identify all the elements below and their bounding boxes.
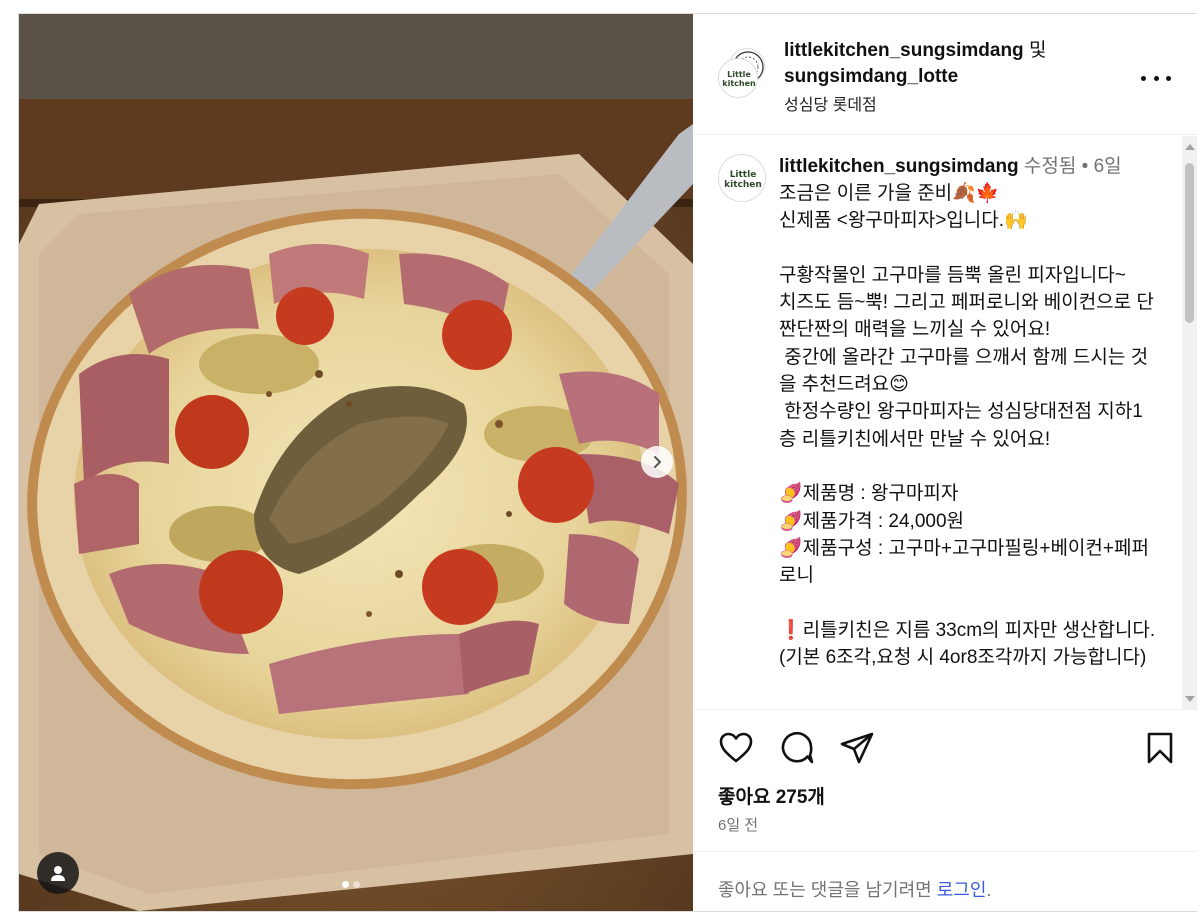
post-location[interactable]: 성심당 롯데점: [784, 91, 877, 115]
caption-username[interactable]: littlekitchen_sungsimdang: [779, 156, 1019, 177]
carousel-indicator: [342, 881, 360, 888]
chevron-right-icon: [654, 456, 661, 468]
svg-text:Little: Little: [727, 70, 751, 79]
svg-text:kitchen: kitchen: [722, 79, 756, 88]
post-timestamp[interactable]: 6일 전: [718, 814, 758, 835]
bookmark-icon: [1147, 732, 1173, 764]
like-count[interactable]: 좋아요 275개: [718, 782, 825, 809]
login-prompt-text: 좋아요 또는 댓글을 남기려면 로그인.: [718, 876, 991, 902]
user-tag-icon: [51, 866, 65, 881]
post-photo[interactable]: [19, 14, 693, 911]
caption-scrollbar[interactable]: [1182, 136, 1197, 709]
post-details-panel: Little kitchen littlekitchen_sungsimdang…: [694, 14, 1197, 911]
login-prompt-label: 좋아요 또는 댓글을 남기려면: [718, 880, 937, 900]
caption-header: littlekitchen_sungsimdang 수정됨 • 6일: [779, 154, 1122, 180]
heart-icon: [719, 732, 753, 763]
post-header: Little kitchen littlekitchen_sungsimdang…: [694, 14, 1197, 135]
login-prompt-suffix: .: [986, 880, 992, 900]
pizza-image: [19, 14, 693, 911]
next-photo-button[interactable]: [641, 446, 673, 478]
scroll-down-arrow-icon[interactable]: [1185, 696, 1195, 702]
and-word: 및: [1028, 40, 1047, 61]
author-username[interactable]: littlekitchen_sungsimdang: [784, 40, 1024, 61]
littlekitchen-logo-icon: Little kitchen: [719, 155, 765, 201]
caption-author-avatar[interactable]: Little kitchen: [718, 154, 766, 202]
share-button[interactable]: [839, 730, 875, 766]
scroll-up-arrow-icon[interactable]: [1185, 144, 1195, 150]
scrollbar-thumb[interactable]: [1185, 163, 1194, 323]
more-icon: [1141, 75, 1146, 81]
post-dialog: Little kitchen littlekitchen_sungsimdang…: [18, 13, 1197, 912]
more-options-button[interactable]: [1141, 70, 1171, 86]
share-icon: [840, 732, 874, 764]
svg-text:Little: Little: [730, 170, 757, 180]
login-link[interactable]: 로그인: [937, 880, 987, 900]
caption-meta: 수정됨 • 6일: [1018, 156, 1122, 177]
tagged-users-button[interactable]: [37, 852, 79, 894]
comment-button[interactable]: [779, 730, 815, 766]
like-button[interactable]: [718, 730, 754, 766]
svg-text:kitchen: kitchen: [724, 180, 762, 190]
comment-icon: [781, 731, 814, 764]
collaborator-username[interactable]: sungsimdang_lotte: [784, 66, 958, 87]
login-prompt: 좋아요 또는 댓글을 남기려면 로그인.: [694, 851, 1197, 911]
carousel-dot: [353, 881, 360, 888]
save-button[interactable]: [1142, 730, 1178, 766]
carousel-dot-active: [342, 881, 349, 888]
littlekitchen-logo-icon: Little kitchen: [719, 59, 757, 97]
caption-section[interactable]: Little kitchen littlekitchen_sungsimdang…: [694, 136, 1197, 710]
caption-text: 조금은 이른 가을 준비🍂🍁 신제품 <왕구마피자>입니다.🙌 구황작물인 고구…: [779, 183, 1156, 669]
post-authors: littlekitchen_sungsimdang 및 sungsimdang_…: [784, 38, 1114, 90]
action-bar: [694, 714, 1197, 784]
author-avatar[interactable]: Little kitchen: [718, 58, 758, 98]
